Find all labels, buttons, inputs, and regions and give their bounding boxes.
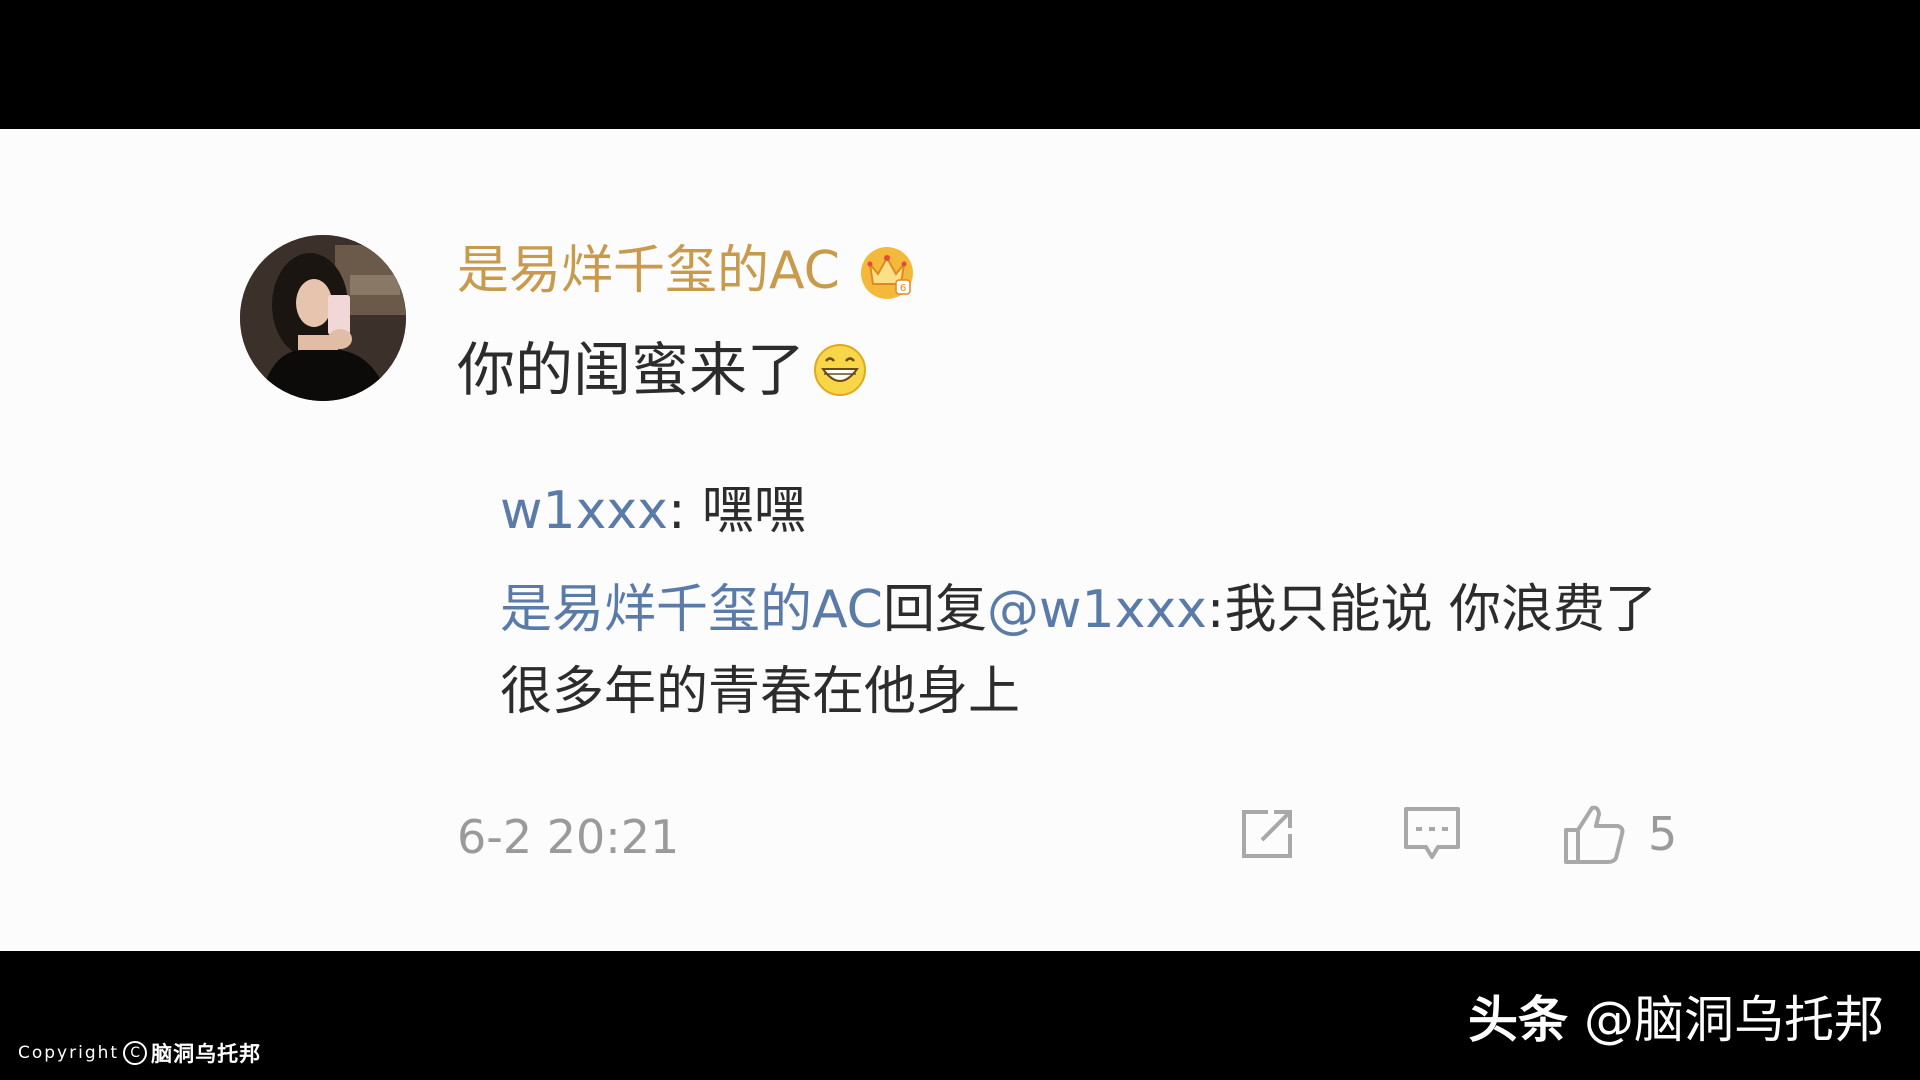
grin-emoji-icon xyxy=(814,344,867,396)
copyright-symbol-icon: C xyxy=(123,1041,148,1065)
reply-author-link[interactable]: w1xxx xyxy=(500,481,668,541)
reply-item: 是易烊千玺的AC回复@w1xxx:我只能说 你浪费了很多年的青春在他身上 xyxy=(500,569,1680,733)
share-button[interactable] xyxy=(1238,799,1298,869)
reply-author-link[interactable]: 是易烊千玺的AC xyxy=(500,580,883,640)
share-icon xyxy=(1242,810,1292,858)
crown-badge-icon: 6 xyxy=(860,247,913,299)
reply-mention-link[interactable]: @w1xxx xyxy=(987,580,1207,640)
like-button[interactable]: 5 xyxy=(1562,799,1677,869)
reply-action-text: 回复 xyxy=(882,580,987,640)
username-text[interactable]: 是易烊千玺的AC xyxy=(457,239,840,303)
copyright-label: Copyright xyxy=(18,1043,120,1063)
reply-separator: : xyxy=(667,481,702,541)
avatar[interactable] xyxy=(240,235,406,401)
like-count: 5 xyxy=(1648,807,1678,861)
comment-icon xyxy=(1404,807,1460,859)
reply-item: w1xxx: 嘿嘿 xyxy=(500,479,806,543)
comment-text: 你的闺蜜来了 xyxy=(457,336,806,404)
copyright-brand: 脑洞乌托邦 xyxy=(151,1042,262,1066)
comment-button[interactable] xyxy=(1402,799,1462,869)
comment-panel: 是易烊千玺的AC 6 你的闺蜜来了 w1xxx: 嘿嘿 是易烊千玺的AC回复@w… xyxy=(0,129,1920,951)
thumbs-up-icon xyxy=(1564,805,1625,864)
copyright-notice: Copyright C 脑洞乌托邦 xyxy=(18,1038,261,1068)
svg-text:6: 6 xyxy=(900,283,906,294)
comment-username[interactable]: 是易烊千玺的AC 6 xyxy=(457,239,918,303)
video-frame: 是易烊千玺的AC 6 你的闺蜜来了 w1xxx: 嘿嘿 是易烊千玺的AC回复@w… xyxy=(0,0,1920,1080)
watermark-app-name: 头条 xyxy=(1468,991,1568,1049)
watermark-handle: @脑洞乌托邦 xyxy=(1584,991,1884,1049)
comment-body: 你的闺蜜来了 xyxy=(457,334,869,406)
reply-text: 嘿嘿 xyxy=(702,481,807,541)
comment-timestamp: 6-2 20:21 xyxy=(457,810,680,864)
platform-watermark: 头条 @脑洞乌托邦 xyxy=(1468,990,1884,1050)
